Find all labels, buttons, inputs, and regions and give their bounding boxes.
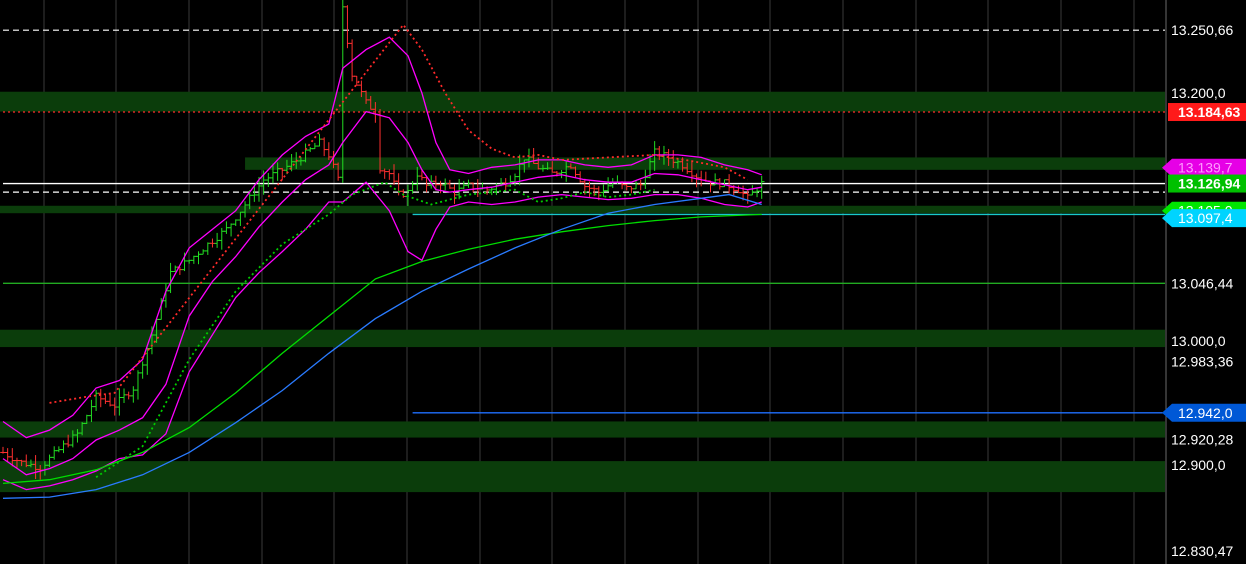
price-chart: 13.250,66 13.200,0 13.184,63 13.139,713.126… bbox=[0, 0, 1246, 564]
axis-price-label: 13.046,44 bbox=[1171, 275, 1233, 291]
axis-price-label: 12.983,36 bbox=[1171, 354, 1233, 370]
axis-price-label: 13.126,94 bbox=[1178, 176, 1240, 192]
axis-price-label: 13.139,7 bbox=[1178, 160, 1233, 176]
axis-price-label: 13.200,0 bbox=[1171, 85, 1226, 101]
support-resistance-zone bbox=[0, 205, 1165, 214]
axis-price-label: 13.000,0 bbox=[1171, 333, 1226, 349]
axis-price-label: 12.920,28 bbox=[1171, 432, 1233, 448]
axis-price-label: 12.900,0 bbox=[1171, 457, 1226, 473]
axis-price-label: 12.830,47 bbox=[1171, 543, 1233, 559]
axis-price-label: 13.184,63 bbox=[1178, 104, 1240, 120]
axis-price-label: 12.942,0 bbox=[1178, 405, 1233, 421]
axis-price-label: 13.250,66 bbox=[1171, 22, 1233, 38]
support-resistance-zone bbox=[0, 461, 1165, 493]
axis-price-label: 13.097,4 bbox=[1178, 210, 1233, 226]
support-resistance-zone bbox=[0, 91, 1165, 112]
support-resistance-zone bbox=[0, 329, 1165, 348]
